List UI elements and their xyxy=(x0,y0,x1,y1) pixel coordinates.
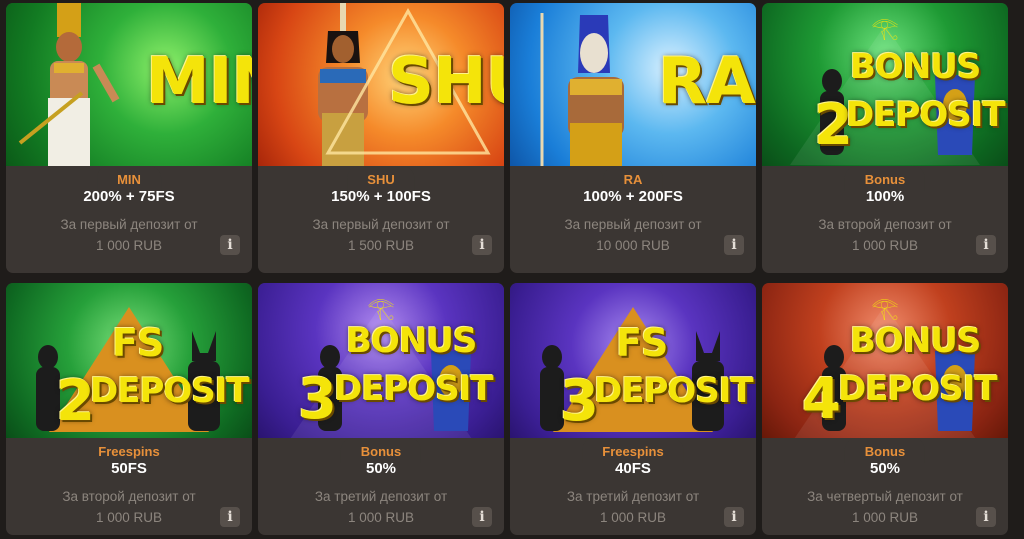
info-icon[interactable]: i xyxy=(220,507,240,527)
bonus-banner: SHU xyxy=(258,3,504,166)
banner-line-1: BONUS xyxy=(850,321,981,361)
bonus-condition: За второй депозит от xyxy=(818,217,952,232)
banner-line-1: BONUS xyxy=(346,321,477,361)
bonus-tag: Bonus xyxy=(340,438,422,463)
bonus-card-bonus-3[interactable]: 𓂀 BONUS 3 DEPOSIT Bonus 50% За третий де… xyxy=(258,283,504,535)
bonus-tag: RA xyxy=(603,166,663,191)
min-deposit: 1 000 RUB xyxy=(851,238,919,253)
banner-title: MIN xyxy=(146,45,252,119)
banner-line-1: BONUS xyxy=(850,47,981,87)
info-icon[interactable]: i xyxy=(976,507,996,527)
bonus-condition: За третий депозит от xyxy=(314,489,448,504)
info-icon[interactable]: i xyxy=(220,235,240,255)
min-deposit: 1 000 RUB xyxy=(599,510,667,525)
bonus-condition: За первый депозит от xyxy=(564,217,702,232)
banner-number: 3 xyxy=(298,367,337,432)
card-body: SHU 150% + 100FS За первый депозит от 1 … xyxy=(258,166,504,255)
info-icon[interactable]: i xyxy=(472,235,492,255)
bonus-banner: MIN xyxy=(6,3,252,166)
bonus-card-min[interactable]: MIN MIN 200% + 75FS За первый депозит от… xyxy=(6,3,252,273)
banner-line-1: FS xyxy=(112,321,164,365)
card-body: MIN 200% + 75FS За первый депозит от 1 0… xyxy=(6,166,252,255)
min-deposit: 1 000 RUB xyxy=(347,510,415,525)
banner-number: 3 xyxy=(560,369,599,434)
banner-line-2: DEPOSIT xyxy=(334,369,494,409)
bonus-card-fs-2[interactable]: FS 2 DEPOSIT Freespins 50FS За второй де… xyxy=(6,283,252,535)
bonus-card-bonus-4[interactable]: 𓂀 BONUS 4 DEPOSIT Bonus 50% За четвертый… xyxy=(762,283,1008,535)
god-min-figure xyxy=(18,3,120,166)
eye-of-horus-icon: 𓂀 xyxy=(871,15,899,40)
bonus-tag: Freespins xyxy=(78,438,180,463)
card-body: Freespins 40FS За третий депозит от 1 00… xyxy=(510,438,756,527)
banner-line-2: DEPOSIT xyxy=(594,371,754,411)
banner-title: SHU xyxy=(388,45,504,119)
min-deposit: 1 000 RUB xyxy=(95,510,163,525)
bonus-tag: MIN xyxy=(97,166,161,191)
card-body: Bonus 50% За третий депозит от 1 000 RUB… xyxy=(258,438,504,527)
bonus-tag: Bonus xyxy=(844,166,926,191)
card-body: Freespins 50FS За второй депозит от 1 00… xyxy=(6,438,252,527)
bonus-banner: RA xyxy=(510,3,756,166)
bonus-grid: MIN MIN 200% + 75FS За первый депозит от… xyxy=(6,3,1008,535)
bonus-card-shu[interactable]: SHU SHU 150% + 100FS За первый депозит о… xyxy=(258,3,504,273)
banner-line-2: DEPOSIT xyxy=(90,371,250,411)
banner-line-1: FS xyxy=(616,321,668,365)
min-deposit: 1 000 RUB xyxy=(95,238,163,253)
banner-line-2: DEPOSIT xyxy=(846,95,1006,135)
banner-number: 4 xyxy=(802,367,841,432)
eye-of-horus-icon: 𓂀 xyxy=(871,295,899,320)
bonus-tag: Freespins xyxy=(582,438,684,463)
card-body: Bonus 50% За четвертый депозит от 1 000 … xyxy=(762,438,1008,527)
min-deposit: 1 000 RUB xyxy=(851,510,919,525)
bonus-banner: FS 3 DEPOSIT xyxy=(510,283,756,438)
bonus-banner: 𓂀 BONUS 2 DEPOSIT xyxy=(762,3,1008,166)
info-icon[interactable]: i xyxy=(724,235,744,255)
card-body: RA 100% + 200FS За первый депозит от 10 … xyxy=(510,166,756,255)
banner-title: RA xyxy=(658,45,756,119)
bonus-condition: За четвертый депозит от xyxy=(807,489,963,504)
bonus-tag: Bonus xyxy=(844,438,926,463)
info-icon[interactable]: i xyxy=(976,235,996,255)
info-icon[interactable]: i xyxy=(472,507,492,527)
bonus-card-bonus-2[interactable]: 𓂀 BONUS 2 DEPOSIT Bonus 100% За второй д… xyxy=(762,3,1008,273)
god-ra-figure xyxy=(540,13,624,166)
info-icon[interactable]: i xyxy=(724,507,744,527)
eye-of-horus-icon: 𓂀 xyxy=(367,295,395,320)
bonus-banner: 𓂀 BONUS 4 DEPOSIT xyxy=(762,283,1008,438)
bonus-condition: За первый депозит от xyxy=(312,217,450,232)
bonus-condition: За третий депозит от xyxy=(566,489,700,504)
min-deposit: 1 500 RUB xyxy=(347,238,415,253)
bonus-card-ra[interactable]: RA RA 100% + 200FS За первый депозит от … xyxy=(510,3,756,273)
bonus-tag: SHU xyxy=(347,166,415,191)
bonus-banner: FS 2 DEPOSIT xyxy=(6,283,252,438)
banner-number: 2 xyxy=(56,369,95,434)
card-body: Bonus 100% За второй депозит от 1 000 RU… xyxy=(762,166,1008,255)
bonus-condition: За второй депозит от xyxy=(62,489,196,504)
bonus-banner: 𓂀 BONUS 3 DEPOSIT xyxy=(258,283,504,438)
bonus-condition: За первый депозит от xyxy=(60,217,198,232)
min-deposit: 10 000 RUB xyxy=(596,238,670,253)
banner-line-2: DEPOSIT xyxy=(838,369,998,409)
bonus-card-fs-3[interactable]: FS 3 DEPOSIT Freespins 40FS За третий де… xyxy=(510,283,756,535)
